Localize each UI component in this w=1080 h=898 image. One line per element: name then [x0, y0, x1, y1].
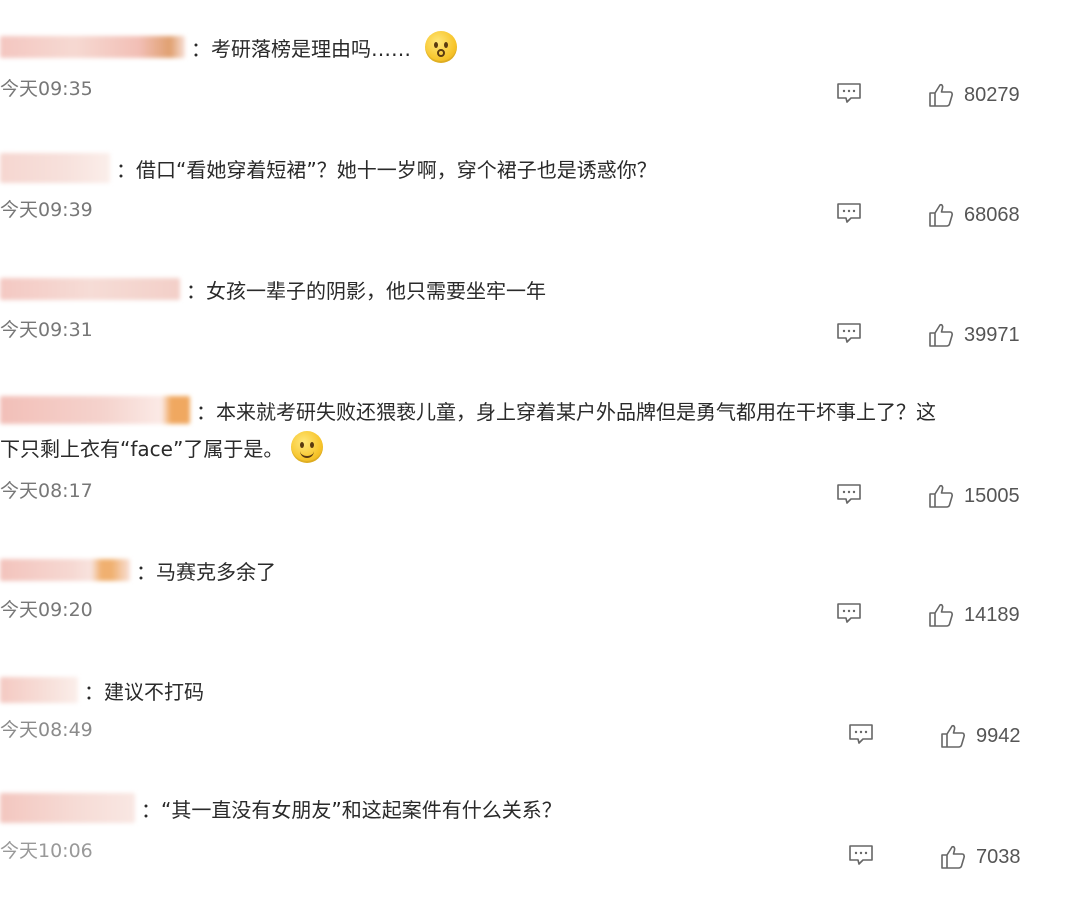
reply-icon[interactable] [836, 322, 862, 344]
comment-text: ：考研落榜是理由吗…… [191, 36, 411, 61]
comment-line: ：借口“看她穿着短裙”？她十一岁啊，穿个裙子也是诱惑你？ [0, 148, 657, 188]
comment-line: ：马赛克多余了 [0, 550, 276, 590]
username-blurred[interactable] [0, 677, 78, 703]
like-button[interactable]: 39971 [928, 320, 1020, 350]
thumbs-up-icon [929, 484, 953, 508]
like-count: 80279 [964, 83, 1020, 106]
comment-line: ：女孩一辈子的阴影，他只需要坐牢一年 [0, 269, 546, 309]
reply-icon[interactable] [848, 844, 874, 866]
username-blurred[interactable] [0, 793, 135, 823]
shocked-face-icon [425, 31, 457, 63]
reply-icon[interactable] [836, 602, 862, 624]
like-count: 7038 [976, 845, 1021, 868]
like-button[interactable]: 14189 [928, 600, 1020, 630]
comment-text-continued: 下只剩上衣有“face”了属于是。 [0, 436, 284, 461]
comment-line: ：本来就考研失败还猥亵儿童，身上穿着某户外品牌但是勇气都用在干坏事上了？这 [0, 390, 936, 430]
like-button[interactable]: 9942 [940, 721, 1021, 751]
comment-time: 今天10:06 [0, 840, 93, 862]
comment-time: 今天09:31 [0, 319, 93, 341]
comment-text: ：借口“看她穿着短裙”？她十一岁啊，穿个裙子也是诱惑你？ [116, 157, 657, 182]
like-count: 68068 [964, 203, 1020, 226]
like-count: 9942 [976, 724, 1021, 747]
like-count: 15005 [964, 484, 1020, 507]
comment-time: 今天08:49 [0, 719, 93, 741]
username-blurred[interactable] [0, 278, 180, 300]
like-button[interactable]: 15005 [928, 481, 1020, 511]
like-button[interactable]: 68068 [928, 200, 1020, 230]
reply-icon[interactable] [848, 723, 874, 745]
comment-time: 今天08:17 [0, 480, 93, 502]
like-count: 39971 [964, 323, 1020, 346]
comment-time: 今天09:39 [0, 199, 93, 221]
thumbs-up-icon [929, 83, 953, 107]
username-blurred[interactable] [0, 153, 110, 183]
comment-text: ：马赛克多余了 [136, 559, 276, 584]
comment-text: ：建议不打码 [84, 679, 204, 704]
comment-text: ：“其一直没有女朋友”和这起案件有什么关系？ [141, 797, 562, 822]
comment-line: ：“其一直没有女朋友”和这起案件有什么关系？ [0, 788, 562, 828]
thumbs-up-icon [941, 724, 965, 748]
reply-icon[interactable] [836, 82, 862, 104]
smile-face-icon [291, 431, 324, 463]
username-blurred[interactable] [0, 36, 185, 58]
reply-icon[interactable] [836, 483, 862, 505]
reply-icon[interactable] [836, 202, 862, 224]
comment-text: ：本来就考研失败还猥亵儿童，身上穿着某户外品牌但是勇气都用在干坏事上了？这 [196, 399, 936, 424]
thumbs-up-icon [929, 603, 953, 627]
username-blurred[interactable] [0, 559, 130, 581]
thumbs-up-icon [941, 845, 965, 869]
comment-line: ：建议不打码 [0, 670, 204, 710]
comment-line: ：考研落榜是理由吗…… [0, 27, 457, 67]
like-button[interactable]: 80279 [928, 80, 1020, 110]
comment-line-2: 下只剩上衣有“face”了属于是。 [0, 427, 324, 467]
comment-time: 今天09:35 [0, 78, 93, 100]
thumbs-up-icon [929, 203, 953, 227]
username-blurred[interactable] [0, 396, 190, 424]
comment-time: 今天09:20 [0, 599, 93, 621]
like-button[interactable]: 7038 [940, 842, 1021, 872]
like-count: 14189 [964, 603, 1020, 626]
thumbs-up-icon [929, 323, 953, 347]
comment-text: ：女孩一辈子的阴影，他只需要坐牢一年 [186, 278, 546, 303]
